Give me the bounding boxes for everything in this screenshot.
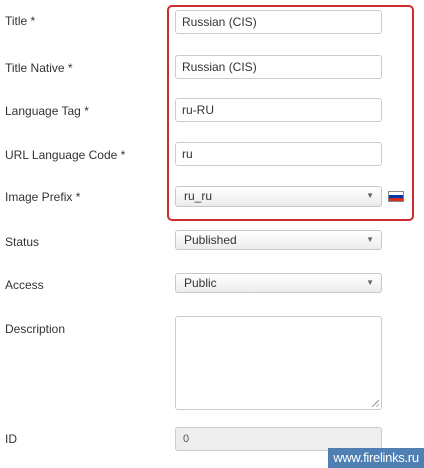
title-native-label: Title Native * — [5, 61, 73, 75]
chevron-down-icon: ▼ — [366, 235, 374, 244]
description-textarea[interactable] — [175, 316, 382, 410]
status-value: Published — [184, 233, 237, 247]
access-select[interactable]: Public ▼ — [175, 273, 382, 293]
language-tag-label: Language Tag * — [5, 104, 89, 118]
access-label: Access — [5, 278, 44, 292]
status-label: Status — [5, 235, 40, 249]
description-label: Description — [5, 322, 66, 336]
resize-handle-icon[interactable] — [372, 400, 379, 407]
status-select[interactable]: Published ▼ — [175, 230, 382, 250]
title-label: Title * — [5, 14, 36, 28]
chevron-down-icon: ▼ — [366, 278, 374, 287]
highlight-box — [167, 5, 414, 221]
watermark: www.firelinks.ru — [328, 448, 424, 468]
id-label: ID — [5, 432, 17, 446]
url-language-code-label: URL Language Code * — [5, 148, 126, 162]
access-value: Public — [184, 276, 217, 290]
image-prefix-label: Image Prefix * — [5, 190, 81, 204]
